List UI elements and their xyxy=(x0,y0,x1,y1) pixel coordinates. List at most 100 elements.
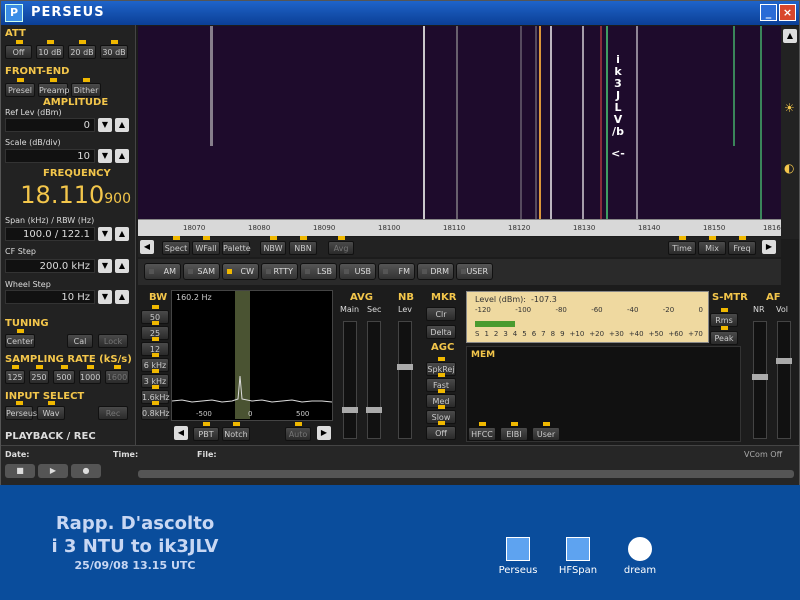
mkr-delta-button[interactable]: Delta xyxy=(426,325,456,339)
att-20-button[interactable]: 20 dB xyxy=(68,40,96,59)
minimize-button[interactable]: _ xyxy=(760,4,777,21)
playback-bar: Date: Time: File: VCom Off ■ ▶ ● xyxy=(1,445,799,485)
span-value[interactable]: 100.0 / 122.1 xyxy=(5,227,95,241)
pbt-left-icon[interactable]: ◀ xyxy=(174,426,188,440)
mode-am-button[interactable]: AM xyxy=(144,263,181,280)
rate-1000-button[interactable]: 1000 xyxy=(79,365,101,384)
pbt-button[interactable]: PBT xyxy=(193,422,219,441)
avg-main-slider[interactable] xyxy=(342,321,358,439)
avg-button[interactable]: Avg xyxy=(328,236,354,255)
span-down-icon[interactable]: ▼ xyxy=(98,227,112,241)
contrast-icon[interactable]: ◐ xyxy=(784,161,794,175)
peak-button[interactable]: Peak xyxy=(710,326,738,345)
att-10-button[interactable]: 10 dB xyxy=(36,40,64,59)
wfall-button[interactable]: WFall xyxy=(192,236,220,255)
ref-down-icon[interactable]: ▼ xyxy=(98,118,112,132)
att-30-button[interactable]: 30 dB xyxy=(100,40,128,59)
scale-down-icon[interactable]: ▼ xyxy=(98,149,112,163)
att-off-button[interactable]: Off xyxy=(5,40,32,59)
nb-level-slider[interactable] xyxy=(397,321,413,439)
agc-title: AGC xyxy=(431,342,455,353)
nbw-button[interactable]: NBW xyxy=(260,236,286,255)
amplitude-title: AMPLITUDE xyxy=(43,97,109,108)
hfspan-desktop-icon[interactable]: HFSpan xyxy=(548,537,608,576)
scroll-up-icon[interactable]: ▲ xyxy=(783,29,797,43)
rate-500-button[interactable]: 500 xyxy=(53,365,75,384)
rate-250-button[interactable]: 250 xyxy=(29,365,49,384)
scale-up-icon[interactable]: ▲ xyxy=(115,149,129,163)
perseus-desktop-icon[interactable]: Perseus xyxy=(488,537,548,576)
time-button[interactable]: Time xyxy=(668,236,696,255)
mode-user-button[interactable]: USER xyxy=(456,263,493,280)
bw-800-button[interactable]: 0.8kHz xyxy=(141,401,170,420)
notch-button[interactable]: Notch xyxy=(222,422,250,441)
mode-drm-button[interactable]: DRM xyxy=(417,263,454,280)
cal-button[interactable]: Cal xyxy=(67,334,93,348)
span-up-icon[interactable]: ▲ xyxy=(115,227,129,241)
wheel-down-icon[interactable]: ▼ xyxy=(98,290,112,304)
nbn-button[interactable]: NBN xyxy=(289,236,317,255)
mode-cw-button[interactable]: CW xyxy=(222,263,259,280)
cf-down-icon[interactable]: ▼ xyxy=(98,259,112,273)
frequency-display[interactable]: 18.110900 xyxy=(5,181,131,211)
palette-button[interactable]: Palette xyxy=(222,241,251,255)
lock-button[interactable]: Lock xyxy=(98,334,128,348)
rec-button[interactable]: Rec xyxy=(98,406,128,420)
waterfall-display[interactable]: i k 3 J L V /b <- xyxy=(138,26,781,221)
mode-usb-button[interactable]: USB xyxy=(339,263,376,280)
hfcc-button[interactable]: HFCC xyxy=(468,422,496,441)
dream-desktop-icon[interactable]: dream xyxy=(610,537,670,576)
eibi-button[interactable]: EIBI xyxy=(500,422,528,441)
cf-step-value[interactable]: 200.0 kHz xyxy=(5,259,95,273)
user-mem-button[interactable]: User xyxy=(532,422,560,441)
freq-button[interactable]: Freq xyxy=(728,236,756,255)
pbt-right-icon[interactable]: ▶ xyxy=(317,426,331,440)
cf-up-icon[interactable]: ▲ xyxy=(115,259,129,273)
input-wav-button[interactable]: Wav xyxy=(37,401,65,420)
close-button[interactable]: × xyxy=(779,4,796,21)
dither-button[interactable]: Dither xyxy=(71,78,101,97)
center-button[interactable]: Center xyxy=(5,329,35,348)
mkr-clr-button[interactable]: Clr xyxy=(426,307,456,321)
rate-1600-button[interactable]: 1600 xyxy=(105,365,129,384)
rms-button[interactable]: Rms xyxy=(710,308,738,327)
spect-button[interactable]: Spect xyxy=(162,236,190,255)
wheel-step-value[interactable]: 10 Hz xyxy=(5,290,95,304)
mode-fm-button[interactable]: FM xyxy=(378,263,415,280)
left-arrow-icon[interactable]: ◀ xyxy=(140,240,154,254)
record-button[interactable]: ● xyxy=(71,464,101,478)
auto-button[interactable]: Auto xyxy=(285,422,311,441)
frontend-title: FRONT-END xyxy=(5,66,70,77)
mix-button[interactable]: Mix xyxy=(698,236,726,255)
volume-slider[interactable] xyxy=(776,321,792,439)
ref-level-value[interactable]: 0 xyxy=(5,118,95,132)
att-title: ATT xyxy=(5,28,26,39)
preamp-button[interactable]: Preamp xyxy=(38,78,70,97)
avg-sec-slider[interactable] xyxy=(366,321,382,439)
wheel-up-icon[interactable]: ▲ xyxy=(115,290,129,304)
span-label: Span (kHz) / RBW (Hz) xyxy=(5,216,95,225)
right-arrow-icon[interactable]: ▶ xyxy=(762,240,776,254)
mode-rtty-button[interactable]: RTTY xyxy=(261,263,298,280)
input-perseus-button[interactable]: Perseus xyxy=(5,401,37,420)
nr-slider[interactable] xyxy=(752,321,768,439)
waterfall-controls: ▲ ☀ ◐ xyxy=(781,26,799,239)
brightness-icon[interactable]: ☀ xyxy=(784,101,795,115)
play-button[interactable]: ▶ xyxy=(38,464,68,478)
presel-button[interactable]: Presel xyxy=(5,78,35,97)
ref-up-icon[interactable]: ▲ xyxy=(115,118,129,132)
filter-spectrum[interactable]: 160.2 Hz -500 0 500 xyxy=(171,290,333,421)
rate-125-button[interactable]: 125 xyxy=(5,365,25,384)
scale-value[interactable]: 10 xyxy=(5,149,95,163)
stop-button[interactable]: ■ xyxy=(5,464,35,478)
agc-off-button[interactable]: Off xyxy=(426,421,456,440)
smtr-title: S-MTR xyxy=(712,292,748,303)
app-icon[interactable]: P xyxy=(5,4,23,22)
playback-progress[interactable] xyxy=(138,470,794,478)
level-value: -107.3 xyxy=(531,295,557,304)
nb-title: NB xyxy=(398,292,414,303)
frequency-ruler[interactable]: 18070 18080 18090 18100 18110 18120 1813… xyxy=(138,219,781,236)
mkr-title: MKR xyxy=(431,292,457,303)
mode-sam-button[interactable]: SAM xyxy=(183,263,220,280)
mode-lsb-button[interactable]: LSB xyxy=(300,263,337,280)
